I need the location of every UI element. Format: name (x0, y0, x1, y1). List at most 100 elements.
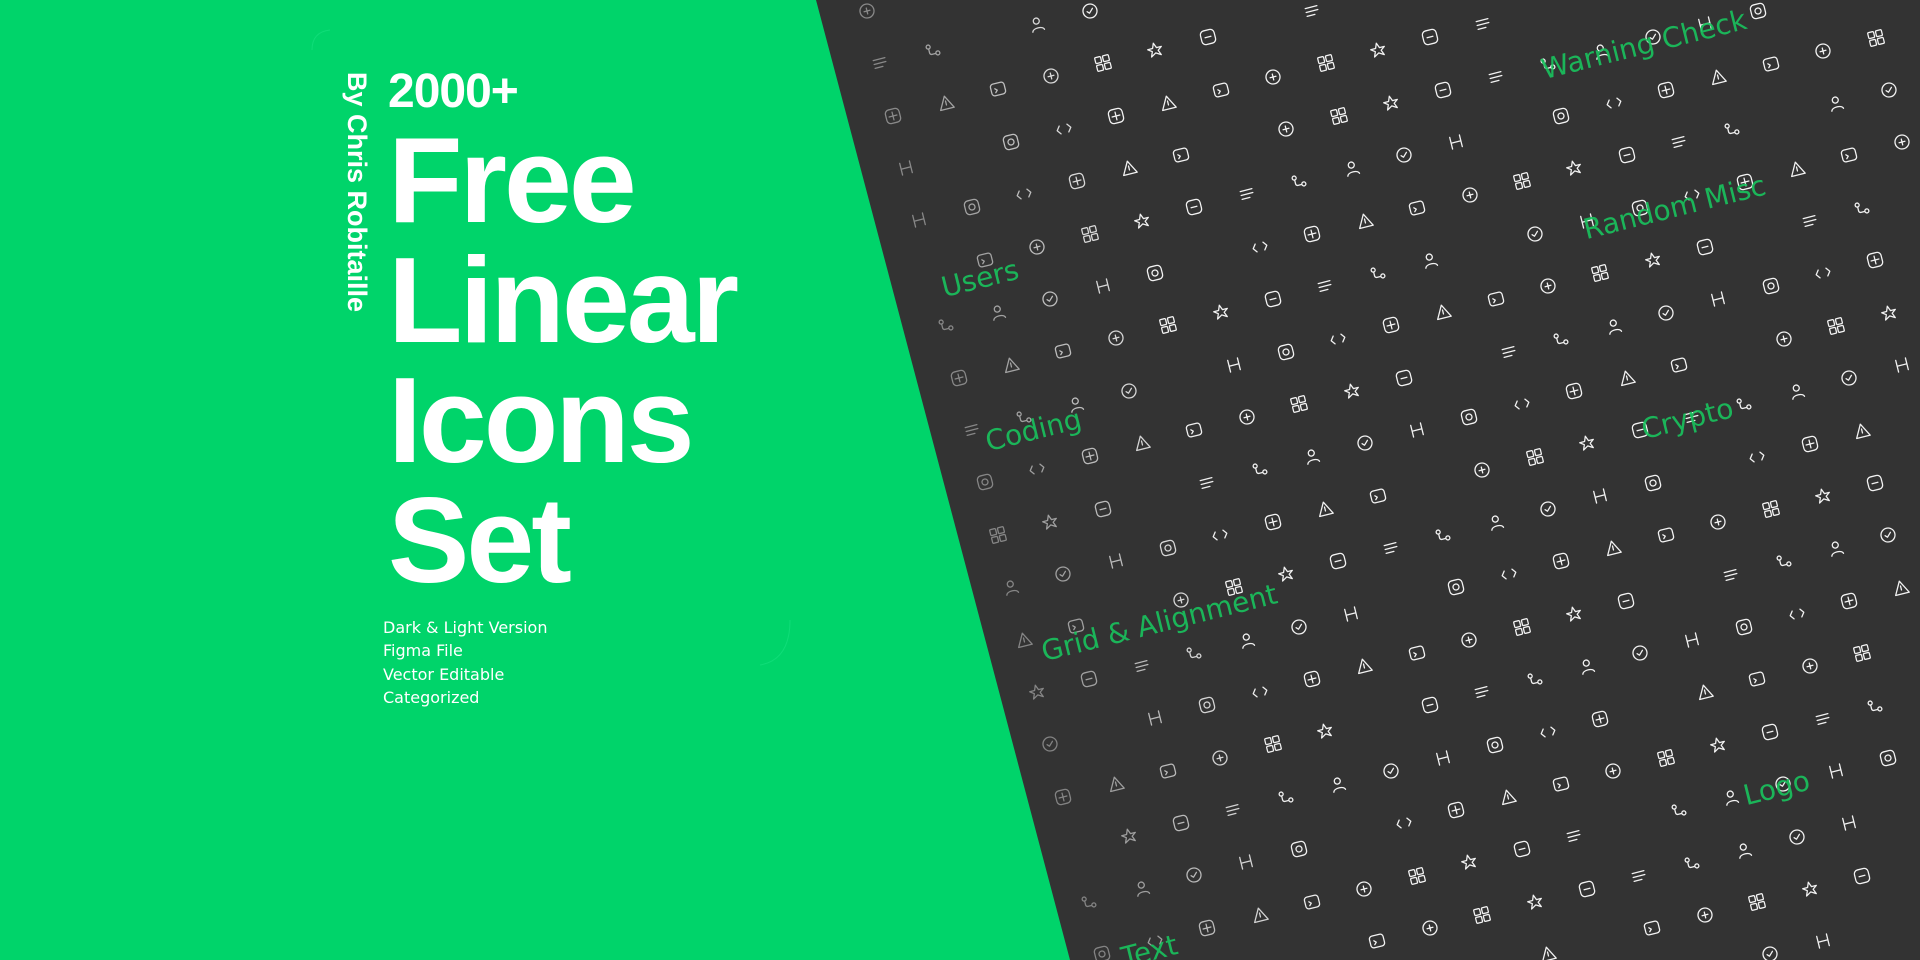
icon-sample (1051, 117, 1075, 141)
icon-sample (1365, 929, 1389, 953)
icon-sample (1706, 733, 1730, 757)
icon-sample (1811, 39, 1835, 63)
icon-sample (1392, 811, 1416, 835)
icon-sample (1523, 667, 1547, 691)
icon-sample (1667, 130, 1691, 154)
icon-sample (1641, 248, 1665, 272)
icon-sample (1287, 169, 1311, 193)
icon-sample (1758, 942, 1782, 960)
icon-sample (1143, 261, 1167, 285)
icon-sample (1326, 772, 1350, 796)
icon-sample (933, 313, 957, 337)
icon-sample (1588, 484, 1612, 508)
icon-sample (1732, 837, 1756, 861)
icon-sample (1130, 654, 1154, 678)
icon-sample (1536, 274, 1560, 298)
icon-sample (1353, 209, 1377, 233)
icon-sample (1405, 418, 1429, 442)
icon-sample (1693, 903, 1717, 927)
icon-sample (1431, 746, 1455, 770)
icon-sample (1261, 510, 1285, 534)
icon-sample (1798, 654, 1822, 678)
icon-sample (1824, 91, 1848, 115)
icon-sample (1457, 182, 1481, 206)
icon-sample (1457, 628, 1481, 652)
icon-sample (1771, 549, 1795, 573)
icon-sample (1195, 693, 1219, 717)
icon-sample (1313, 719, 1337, 743)
icon-sample (1274, 339, 1298, 363)
icon-sample (960, 418, 984, 442)
icon-sample (1339, 379, 1363, 403)
icon-sample (1248, 235, 1272, 259)
icon-sample (1811, 484, 1835, 508)
icon-sample (1104, 104, 1128, 128)
icon-sample (1405, 863, 1429, 887)
icon-sample (1352, 654, 1376, 678)
icon-sample (1195, 470, 1219, 494)
icon-sample (1392, 143, 1416, 167)
feature-item: Vector Editable (383, 664, 505, 684)
icon-sample (1103, 772, 1127, 796)
icon-sample (1536, 719, 1560, 743)
icon-sample (1313, 51, 1337, 75)
icon-sample (1405, 641, 1429, 665)
icon-sample (1510, 169, 1534, 193)
icon-sample (1247, 903, 1271, 927)
icon-sample (1523, 444, 1547, 468)
icon-sample (1562, 602, 1586, 626)
icon-sample (1300, 444, 1324, 468)
icon-sample (1379, 536, 1403, 560)
icon-sample (1117, 379, 1141, 403)
icon-sample (1746, 0, 1770, 23)
icon-sample (1156, 536, 1180, 560)
icon-sample (1182, 863, 1206, 887)
icon-sample (1248, 457, 1272, 481)
icon-sample (1850, 864, 1874, 888)
icon-sample (1143, 38, 1167, 62)
icon-sample (1156, 91, 1180, 115)
icon-sample (907, 208, 931, 232)
icon-sample (1274, 785, 1298, 809)
icon-sample (1418, 916, 1442, 940)
icon-sample (1300, 667, 1324, 691)
icon-sample (1352, 876, 1376, 900)
icon-sample (1444, 130, 1468, 154)
icon-sample (1287, 392, 1311, 416)
icon-sample (1077, 444, 1101, 468)
feature-item: Dark & Light Version (383, 618, 548, 637)
icon-sample (1130, 208, 1154, 232)
icon-sample (1195, 916, 1219, 940)
icon-sample (1876, 746, 1900, 770)
icon-sample (1209, 77, 1233, 101)
icon-sample (1457, 405, 1481, 429)
icon-sample (1418, 248, 1442, 272)
icon-sample (1850, 418, 1874, 442)
icon-sample (1090, 497, 1114, 521)
icon-sample (1025, 680, 1049, 704)
icon-sample (1693, 680, 1717, 704)
icon-sample (1497, 340, 1521, 364)
icon-sample (1627, 641, 1651, 665)
icon-sample (1706, 287, 1730, 311)
icon-sample (1837, 366, 1861, 390)
icon-sample (1719, 562, 1743, 586)
icon-sample (1863, 248, 1887, 272)
icon-sample (1182, 195, 1206, 219)
icon-sample (1575, 654, 1599, 678)
icon-sample (1182, 641, 1206, 665)
icon-sample (1077, 667, 1101, 691)
icon-sample (1496, 562, 1520, 586)
icon-sample (1745, 667, 1769, 691)
icon-sample (1680, 628, 1704, 652)
icon-sample (986, 300, 1010, 324)
icon-sample (1510, 615, 1534, 639)
icon-sample (1378, 759, 1402, 783)
icon-sample (1627, 864, 1651, 888)
icon-sample (1300, 222, 1324, 246)
icon-sample (1091, 51, 1115, 75)
icon-sample (1117, 156, 1141, 180)
icon-sample (1615, 143, 1639, 167)
icon-sample (973, 470, 997, 494)
icon-sample (1667, 353, 1691, 377)
